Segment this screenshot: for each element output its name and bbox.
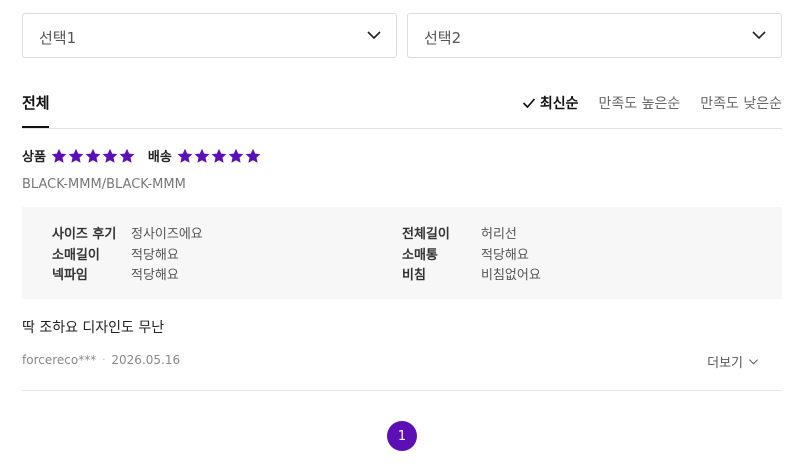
star-icon (85, 148, 101, 163)
fit-value: 적당해요 (481, 248, 529, 263)
star-icon (102, 148, 118, 163)
tab-all[interactable]: 전체 (22, 92, 50, 113)
review-author: forcereco*** (22, 353, 97, 367)
more-button[interactable]: 더보기 (707, 352, 759, 371)
fit-key: 사이즈 후기 (52, 227, 117, 242)
fit-key: 비침 (402, 268, 426, 283)
fit-key: 전체길이 (402, 227, 450, 242)
sort-latest-label: 최신순 (539, 96, 579, 112)
fit-info-box: 사이즈 후기 정사이즈에요 소매길이 적당해요 넥파임 적당해요 전체길이 허리… (22, 207, 782, 299)
star-icon (68, 148, 84, 163)
star-icon (245, 148, 261, 163)
fit-value: 적당해요 (131, 268, 179, 283)
review-ratings: 상품 배송 (22, 146, 274, 165)
fit-row: 사이즈 후기 정사이즈에요 (52, 223, 203, 242)
meta-separator: · (102, 354, 106, 366)
more-button-label: 더보기 (707, 356, 743, 371)
chevron-down-icon (752, 31, 766, 40)
sort-high-satisfaction-label: 만족도 높은순 (598, 96, 681, 112)
star-icon (228, 148, 244, 163)
fit-value: 정사이즈에요 (131, 227, 203, 242)
star-icon (51, 148, 67, 163)
fit-row: 전체길이 허리선 (402, 223, 517, 242)
filter-select-2[interactable]: 선택2 (407, 13, 782, 58)
fit-row: 소매통 적당해요 (402, 244, 529, 263)
review-text: 딱 조하요 디자인도 무난 (22, 320, 165, 336)
review-date: 2026.05.16 (111, 353, 181, 367)
purchased-option: BLACK-MMM/BLACK-MMM (22, 177, 186, 192)
check-icon (522, 98, 536, 109)
sort-high-satisfaction[interactable]: 만족도 높은순 (599, 93, 681, 113)
star-icon (211, 148, 227, 163)
star-icon (119, 148, 135, 163)
star-icon (194, 148, 210, 163)
review-tab-bar: 전체 최신순 만족도 높은순 만족도 낮은순 (22, 92, 782, 129)
chevron-down-icon (367, 31, 381, 40)
sort-options: 최신순 만족도 높은순 만족도 낮은순 (522, 93, 782, 113)
tab-active-indicator (22, 126, 49, 128)
fit-key: 넥파임 (52, 268, 88, 283)
sort-latest[interactable]: 최신순 (522, 93, 579, 113)
fit-key: 소매통 (402, 248, 438, 263)
pagination-page-current[interactable]: 1 (387, 421, 417, 451)
filter-select-1[interactable]: 선택1 (22, 13, 397, 58)
fit-row: 소매길이 적당해요 (52, 244, 179, 263)
review-divider (22, 390, 782, 391)
sort-low-satisfaction-label: 만족도 낮은순 (700, 96, 782, 112)
sort-low-satisfaction[interactable]: 만족도 낮은순 (700, 93, 782, 113)
rating-delivery-label: 배송 (147, 150, 172, 165)
fit-value: 적당해요 (131, 248, 179, 263)
fit-row: 넥파임 적당해요 (52, 264, 179, 283)
filter-select-1-label: 선택1 (39, 29, 77, 47)
rating-product-stars (51, 148, 136, 164)
rating-delivery-stars (177, 148, 262, 164)
fit-value: 비침없어요 (481, 268, 541, 283)
fit-row: 비침 비침없어요 (402, 264, 541, 283)
chevron-down-icon (748, 359, 759, 365)
star-icon (177, 148, 193, 163)
rating-product-label: 상품 (22, 150, 46, 165)
fit-key: 소매길이 (52, 248, 100, 263)
review-meta: forcereco*** · 2026.05.16 (22, 353, 180, 367)
fit-value: 허리선 (481, 227, 517, 242)
filter-select-2-label: 선택2 (424, 29, 462, 47)
